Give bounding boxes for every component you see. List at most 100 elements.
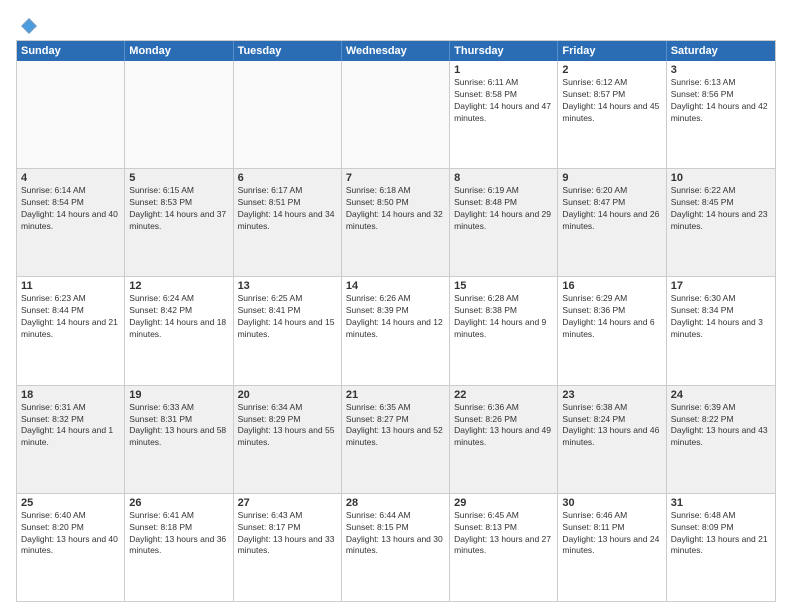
day-cell-2: 2Sunrise: 6:12 AM Sunset: 8:57 PM Daylig… bbox=[558, 61, 666, 168]
day-number: 16 bbox=[562, 280, 661, 292]
day-info: Sunrise: 6:38 AM Sunset: 8:24 PM Dayligh… bbox=[562, 402, 661, 450]
day-info: Sunrise: 6:25 AM Sunset: 8:41 PM Dayligh… bbox=[238, 293, 337, 341]
day-cell-16: 16Sunrise: 6:29 AM Sunset: 8:36 PM Dayli… bbox=[558, 277, 666, 384]
day-info: Sunrise: 6:46 AM Sunset: 8:11 PM Dayligh… bbox=[562, 510, 661, 558]
day-info: Sunrise: 6:12 AM Sunset: 8:57 PM Dayligh… bbox=[562, 77, 661, 125]
day-cell-12: 12Sunrise: 6:24 AM Sunset: 8:42 PM Dayli… bbox=[125, 277, 233, 384]
day-cell-17: 17Sunrise: 6:30 AM Sunset: 8:34 PM Dayli… bbox=[667, 277, 775, 384]
day-info: Sunrise: 6:20 AM Sunset: 8:47 PM Dayligh… bbox=[562, 185, 661, 233]
week-row-1: 4Sunrise: 6:14 AM Sunset: 8:54 PM Daylig… bbox=[17, 169, 775, 277]
day-info: Sunrise: 6:43 AM Sunset: 8:17 PM Dayligh… bbox=[238, 510, 337, 558]
day-info: Sunrise: 6:36 AM Sunset: 8:26 PM Dayligh… bbox=[454, 402, 553, 450]
day-number: 27 bbox=[238, 497, 337, 509]
day-cell-28: 28Sunrise: 6:44 AM Sunset: 8:15 PM Dayli… bbox=[342, 494, 450, 601]
day-number: 23 bbox=[562, 389, 661, 401]
week-row-0: 1Sunrise: 6:11 AM Sunset: 8:58 PM Daylig… bbox=[17, 61, 775, 169]
day-cell-11: 11Sunrise: 6:23 AM Sunset: 8:44 PM Dayli… bbox=[17, 277, 125, 384]
day-cell-29: 29Sunrise: 6:45 AM Sunset: 8:13 PM Dayli… bbox=[450, 494, 558, 601]
day-number: 1 bbox=[454, 64, 553, 76]
day-number: 28 bbox=[346, 497, 445, 509]
day-info: Sunrise: 6:33 AM Sunset: 8:31 PM Dayligh… bbox=[129, 402, 228, 450]
day-info: Sunrise: 6:26 AM Sunset: 8:39 PM Dayligh… bbox=[346, 293, 445, 341]
day-cell-13: 13Sunrise: 6:25 AM Sunset: 8:41 PM Dayli… bbox=[234, 277, 342, 384]
day-cell-31: 31Sunrise: 6:48 AM Sunset: 8:09 PM Dayli… bbox=[667, 494, 775, 601]
day-info: Sunrise: 6:18 AM Sunset: 8:50 PM Dayligh… bbox=[346, 185, 445, 233]
day-info: Sunrise: 6:14 AM Sunset: 8:54 PM Dayligh… bbox=[21, 185, 120, 233]
day-info: Sunrise: 6:40 AM Sunset: 8:20 PM Dayligh… bbox=[21, 510, 120, 558]
day-info: Sunrise: 6:39 AM Sunset: 8:22 PM Dayligh… bbox=[671, 402, 771, 450]
day-info: Sunrise: 6:44 AM Sunset: 8:15 PM Dayligh… bbox=[346, 510, 445, 558]
day-cell-26: 26Sunrise: 6:41 AM Sunset: 8:18 PM Dayli… bbox=[125, 494, 233, 601]
day-info: Sunrise: 6:28 AM Sunset: 8:38 PM Dayligh… bbox=[454, 293, 553, 341]
week-row-2: 11Sunrise: 6:23 AM Sunset: 8:44 PM Dayli… bbox=[17, 277, 775, 385]
day-cell-22: 22Sunrise: 6:36 AM Sunset: 8:26 PM Dayli… bbox=[450, 386, 558, 493]
logo-icon bbox=[19, 16, 39, 36]
day-number: 7 bbox=[346, 172, 445, 184]
day-number: 26 bbox=[129, 497, 228, 509]
calendar-container: Sunday Monday Tuesday Wednesday Thursday… bbox=[16, 40, 776, 602]
day-cell-5: 5Sunrise: 6:15 AM Sunset: 8:53 PM Daylig… bbox=[125, 169, 233, 276]
calendar-body: 1Sunrise: 6:11 AM Sunset: 8:58 PM Daylig… bbox=[17, 61, 775, 601]
week-row-3: 18Sunrise: 6:31 AM Sunset: 8:32 PM Dayli… bbox=[17, 386, 775, 494]
day-info: Sunrise: 6:29 AM Sunset: 8:36 PM Dayligh… bbox=[562, 293, 661, 341]
day-cell-23: 23Sunrise: 6:38 AM Sunset: 8:24 PM Dayli… bbox=[558, 386, 666, 493]
day-number: 17 bbox=[671, 280, 771, 292]
day-number: 11 bbox=[21, 280, 120, 292]
header bbox=[16, 16, 776, 32]
empty-cell bbox=[234, 61, 342, 168]
day-info: Sunrise: 6:31 AM Sunset: 8:32 PM Dayligh… bbox=[21, 402, 120, 450]
day-cell-15: 15Sunrise: 6:28 AM Sunset: 8:38 PM Dayli… bbox=[450, 277, 558, 384]
day-number: 25 bbox=[21, 497, 120, 509]
day-number: 4 bbox=[21, 172, 120, 184]
header-friday: Friday bbox=[558, 41, 666, 61]
page: Sunday Monday Tuesday Wednesday Thursday… bbox=[0, 0, 792, 612]
day-cell-7: 7Sunrise: 6:18 AM Sunset: 8:50 PM Daylig… bbox=[342, 169, 450, 276]
day-cell-27: 27Sunrise: 6:43 AM Sunset: 8:17 PM Dayli… bbox=[234, 494, 342, 601]
day-number: 9 bbox=[562, 172, 661, 184]
day-number: 13 bbox=[238, 280, 337, 292]
day-number: 12 bbox=[129, 280, 228, 292]
day-cell-30: 30Sunrise: 6:46 AM Sunset: 8:11 PM Dayli… bbox=[558, 494, 666, 601]
day-number: 31 bbox=[671, 497, 771, 509]
day-info: Sunrise: 6:34 AM Sunset: 8:29 PM Dayligh… bbox=[238, 402, 337, 450]
header-tuesday: Tuesday bbox=[234, 41, 342, 61]
header-monday: Monday bbox=[125, 41, 233, 61]
day-number: 8 bbox=[454, 172, 553, 184]
day-cell-10: 10Sunrise: 6:22 AM Sunset: 8:45 PM Dayli… bbox=[667, 169, 775, 276]
day-cell-6: 6Sunrise: 6:17 AM Sunset: 8:51 PM Daylig… bbox=[234, 169, 342, 276]
day-info: Sunrise: 6:11 AM Sunset: 8:58 PM Dayligh… bbox=[454, 77, 553, 125]
week-row-4: 25Sunrise: 6:40 AM Sunset: 8:20 PM Dayli… bbox=[17, 494, 775, 601]
day-info: Sunrise: 6:35 AM Sunset: 8:27 PM Dayligh… bbox=[346, 402, 445, 450]
day-number: 14 bbox=[346, 280, 445, 292]
day-number: 21 bbox=[346, 389, 445, 401]
day-number: 18 bbox=[21, 389, 120, 401]
day-number: 2 bbox=[562, 64, 661, 76]
day-info: Sunrise: 6:48 AM Sunset: 8:09 PM Dayligh… bbox=[671, 510, 771, 558]
day-cell-18: 18Sunrise: 6:31 AM Sunset: 8:32 PM Dayli… bbox=[17, 386, 125, 493]
day-cell-14: 14Sunrise: 6:26 AM Sunset: 8:39 PM Dayli… bbox=[342, 277, 450, 384]
empty-cell bbox=[17, 61, 125, 168]
empty-cell bbox=[342, 61, 450, 168]
header-saturday: Saturday bbox=[667, 41, 775, 61]
header-sunday: Sunday bbox=[17, 41, 125, 61]
day-info: Sunrise: 6:15 AM Sunset: 8:53 PM Dayligh… bbox=[129, 185, 228, 233]
empty-cell bbox=[125, 61, 233, 168]
day-cell-25: 25Sunrise: 6:40 AM Sunset: 8:20 PM Dayli… bbox=[17, 494, 125, 601]
day-info: Sunrise: 6:45 AM Sunset: 8:13 PM Dayligh… bbox=[454, 510, 553, 558]
day-cell-24: 24Sunrise: 6:39 AM Sunset: 8:22 PM Dayli… bbox=[667, 386, 775, 493]
day-number: 20 bbox=[238, 389, 337, 401]
day-info: Sunrise: 6:23 AM Sunset: 8:44 PM Dayligh… bbox=[21, 293, 120, 341]
header-wednesday: Wednesday bbox=[342, 41, 450, 61]
logo-text bbox=[16, 16, 40, 36]
day-cell-4: 4Sunrise: 6:14 AM Sunset: 8:54 PM Daylig… bbox=[17, 169, 125, 276]
day-number: 24 bbox=[671, 389, 771, 401]
day-info: Sunrise: 6:13 AM Sunset: 8:56 PM Dayligh… bbox=[671, 77, 771, 125]
day-cell-9: 9Sunrise: 6:20 AM Sunset: 8:47 PM Daylig… bbox=[558, 169, 666, 276]
day-cell-20: 20Sunrise: 6:34 AM Sunset: 8:29 PM Dayli… bbox=[234, 386, 342, 493]
day-number: 22 bbox=[454, 389, 553, 401]
logo bbox=[16, 16, 40, 32]
day-info: Sunrise: 6:41 AM Sunset: 8:18 PM Dayligh… bbox=[129, 510, 228, 558]
day-number: 5 bbox=[129, 172, 228, 184]
day-number: 3 bbox=[671, 64, 771, 76]
day-cell-1: 1Sunrise: 6:11 AM Sunset: 8:58 PM Daylig… bbox=[450, 61, 558, 168]
